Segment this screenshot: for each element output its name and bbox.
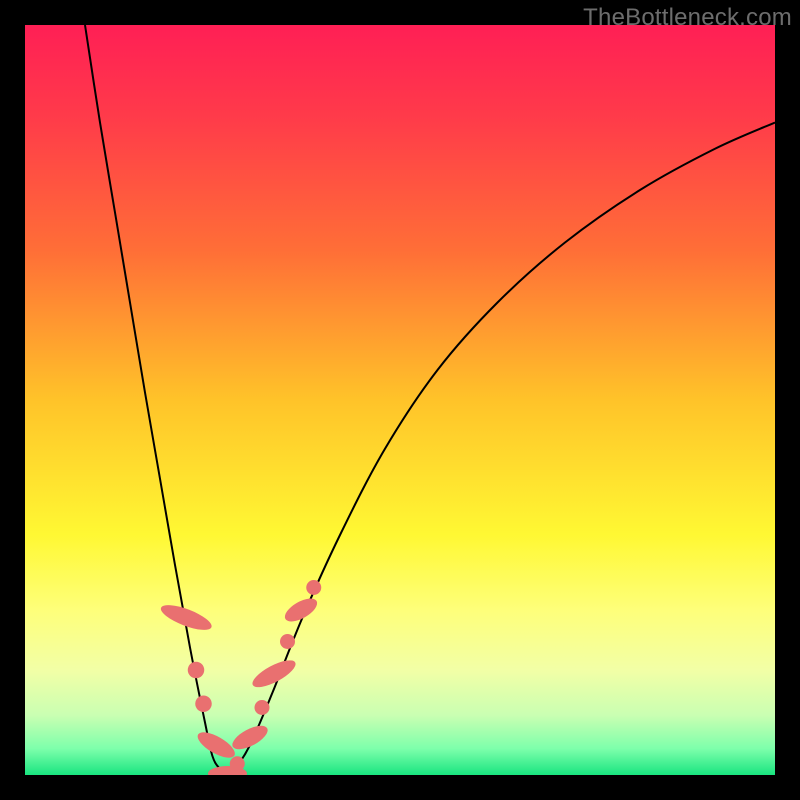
right-dot-4	[306, 580, 321, 595]
plot-area	[25, 25, 775, 775]
chart-svg	[25, 25, 775, 775]
right-dot-2	[255, 700, 270, 715]
outer-frame: TheBottleneck.com	[0, 0, 800, 800]
right-dot-1	[230, 756, 245, 771]
gradient-background	[25, 25, 775, 775]
left-dot-1	[188, 662, 205, 679]
right-dot-3	[280, 634, 295, 649]
left-dot-2	[195, 696, 212, 713]
watermark-text: TheBottleneck.com	[583, 4, 792, 32]
